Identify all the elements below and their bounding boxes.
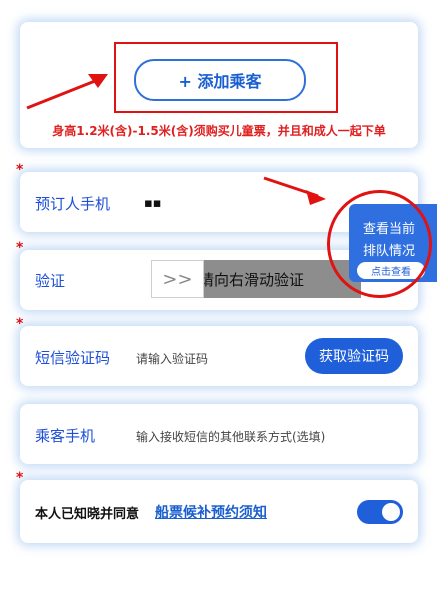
slide-verify-handle[interactable]: >> (151, 260, 204, 298)
booker-phone-value[interactable]: ▪▪ (144, 196, 162, 211)
slide-verify-track[interactable]: 请向右滑动验证 >> (151, 260, 361, 298)
passenger-phone-input[interactable]: 输入接收短信的其他联系方式(选填) (136, 428, 325, 445)
required-mark: * (16, 240, 24, 256)
slide-verify-text: 请向右滑动验证 (199, 271, 305, 289)
agreement-text: 本人已知晓并同意 (35, 507, 140, 522)
get-code-button[interactable]: 获取验证码 (305, 338, 403, 374)
child-ticket-notice: 身高1.2米(含)-1.5米(含)须购买儿童票，并且和成人一起下单 (52, 124, 386, 138)
agreement-row: * 本人已知晓并同意 船票候补预约须知 (16, 470, 418, 543)
sms-code-label: 短信验证码 (35, 349, 111, 367)
required-mark: * (16, 470, 24, 486)
sms-code-input[interactable]: 请输入验证码 (136, 350, 208, 367)
required-mark: * (16, 316, 24, 332)
highlight-circle (327, 190, 432, 298)
sms-code-row: * 短信验证码 请输入验证码 获取验证码 (16, 316, 418, 386)
passenger-phone-row: 乘客手机 输入接收短信的其他联系方式(选填) (20, 404, 418, 464)
highlight-box (114, 42, 338, 113)
passenger-phone-label: 乘客手机 (35, 427, 96, 445)
agreement-toggle[interactable] (357, 500, 403, 524)
verify-label: 验证 (35, 272, 66, 290)
agreement-link[interactable]: 船票候补预约须知 (155, 502, 267, 522)
required-mark: * (16, 162, 24, 178)
passenger-card: + 添加乘客 身高1.2米(含)-1.5米(含)须购买儿童票，并且和成人一起下单 (20, 22, 418, 148)
toggle-knob (382, 503, 400, 521)
booker-phone-label: 预订人手机 (35, 195, 111, 213)
double-chevron-right-icon: >> (162, 268, 193, 290)
